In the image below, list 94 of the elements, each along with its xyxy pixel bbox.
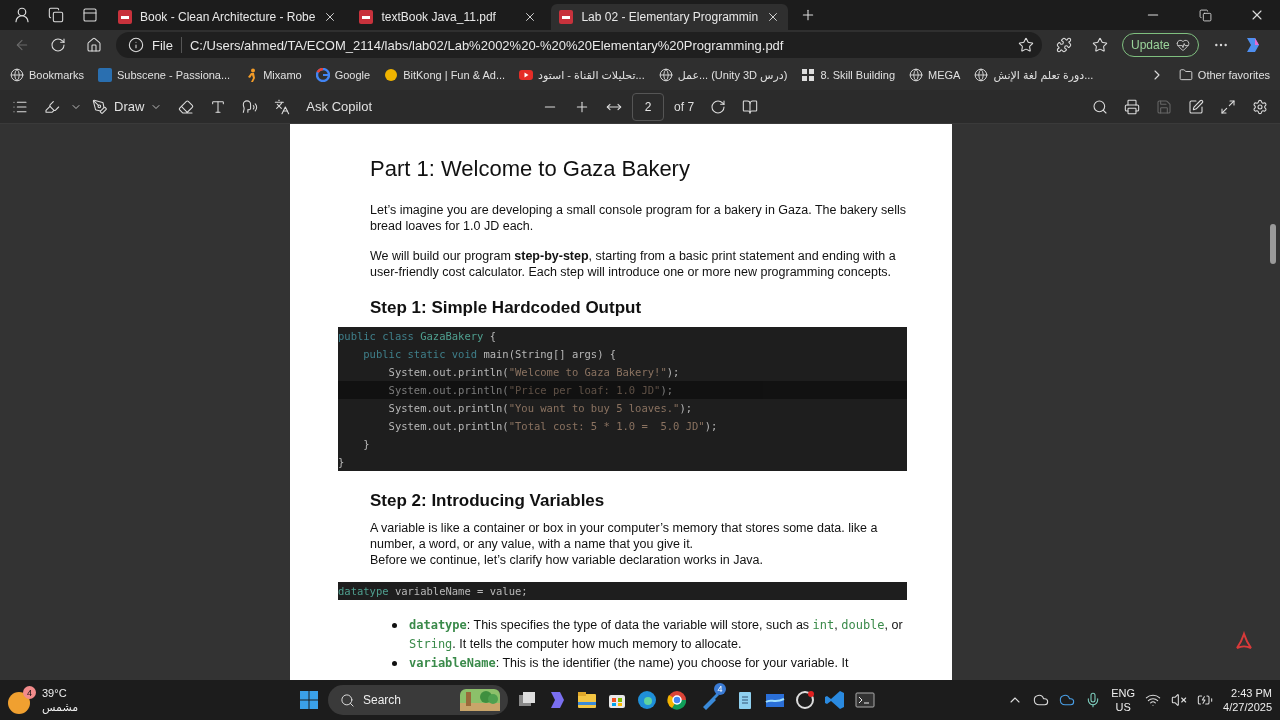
search-icon — [340, 692, 355, 708]
cloud-icon[interactable] — [1059, 692, 1076, 708]
start-icon[interactable] — [298, 689, 320, 711]
grid-icon — [801, 68, 816, 82]
pdf-icon — [559, 10, 574, 24]
translate-icon[interactable] — [274, 98, 291, 115]
bullet-text: datatype: This specifies the type of data the variable will store, such as int, double, or String. It tells the computer how much memory to allocate. — [409, 617, 904, 653]
bookmark-link[interactable]: 8. Skill Building — [801, 68, 895, 82]
terminal-icon[interactable] — [854, 689, 876, 711]
coin-icon — [384, 68, 399, 82]
bookmark-folder[interactable]: Other favorites — [1178, 68, 1270, 82]
acrobat-icon[interactable] — [1234, 631, 1254, 651]
bullet-dot — [392, 623, 397, 628]
bullet-dot — [392, 661, 397, 666]
address-url: C:/Users/ahmed/TA/ECOM_2114/labs/lab02/Lab%2002%20-%20%20Elementary%20Programming.pdf — [189, 37, 784, 53]
notification-badge: 4 — [714, 683, 726, 695]
notification-badge: 4 — [23, 686, 36, 699]
chrome-icon[interactable] — [666, 689, 688, 711]
favorites-icon[interactable] — [1092, 37, 1108, 53]
bullet-text: variableName: This is the identifier (the name) you choose for your variable. It — [409, 655, 849, 672]
workspaces-icon[interactable] — [48, 7, 64, 23]
bookmark-link[interactable]: Subscene - Passiona... — [98, 68, 231, 82]
tab-title: Book - Clean Architecture - Robe — [140, 10, 316, 24]
logo-icon — [98, 68, 113, 82]
section-heading: Step 2: Introducing Variables — [370, 491, 606, 511]
bookmark-link[interactable]: عمل... (Unity 3D درس) — [658, 68, 788, 82]
pen-icon — [92, 98, 108, 115]
highlighter-icon[interactable] — [44, 98, 60, 115]
browser-tab[interactable]: textBook Java_11.pdf — [351, 4, 546, 30]
cloud-icon[interactable] — [1033, 692, 1050, 708]
browser-tab[interactable]: Book - Clean Architecture - Robe — [110, 4, 346, 30]
bookmark-link[interactable]: Google — [315, 68, 371, 82]
star-icon[interactable] — [1018, 37, 1034, 53]
folder-icon[interactable] — [576, 689, 598, 711]
bookmark-link[interactable]: دورة تعلم لغة الإنش... — [974, 68, 1094, 82]
tab-title: Lab 02 - Elementary Programmin — [581, 10, 759, 24]
print-icon[interactable] — [1124, 98, 1140, 115]
save-as-icon[interactable] — [1188, 98, 1204, 115]
input-language[interactable]: ENG US — [1111, 686, 1136, 714]
recorder-icon[interactable] — [794, 689, 816, 711]
eraser-icon[interactable] — [178, 98, 195, 115]
document-title: Part 1: Welcome to Gaza Bakery — [370, 156, 691, 182]
info-icon — [128, 37, 144, 53]
profile-icon[interactable] — [13, 6, 31, 24]
restore-icon[interactable] — [1198, 8, 1212, 22]
pdf-icon — [118, 10, 132, 24]
rotate-icon[interactable] — [710, 98, 727, 115]
pdf-icon — [359, 10, 374, 24]
browser-icon[interactable] — [636, 689, 658, 711]
draw-button[interactable]: Draw — [86, 92, 169, 121]
page-view-icon[interactable] — [742, 98, 759, 115]
fullscreen-icon[interactable] — [1220, 98, 1236, 115]
reload-icon[interactable] — [50, 37, 66, 53]
ask-copilot-button[interactable]: Ask Copilot — [300, 92, 379, 121]
battery-icon[interactable] — [1197, 692, 1214, 708]
globe-icon — [974, 68, 989, 82]
weather-condition: مشمس — [42, 700, 79, 714]
address-bar[interactable]: File C:/Users/ahmed/TA/ECOM_2114/labs/lab02/Lab%2002%20-%20%20Elementary%20Programming.pdf — [116, 32, 1042, 58]
search-icon[interactable] — [1092, 98, 1108, 115]
settings-icon[interactable] — [1252, 98, 1268, 115]
text-box-icon[interactable] — [210, 98, 227, 115]
globe-icon — [658, 68, 673, 82]
tab-title: textBook Java_11.pdf — [381, 10, 497, 24]
bookmark-link[interactable]: Mixamo — [244, 68, 302, 82]
paragraph: A variable is like a container or box in your computer’s memory that stores some data. like a number, a word, or any value, with a name that you give it. Before we continue, let’s clarify how variable declaration works in Java. — [370, 520, 879, 568]
browser-tab[interactable]: Lab 02 - Elementary Programmin — [551, 4, 789, 30]
tab-actions-icon[interactable] — [82, 7, 98, 23]
page-number-field[interactable]: 2 — [632, 92, 665, 121]
clock[interactable]: 2:43 PM 4/27/2025 — [1223, 686, 1272, 714]
globe-icon — [909, 68, 923, 82]
weather-icon[interactable] — [8, 692, 30, 714]
scrollbar-thumb[interactable] — [1270, 224, 1276, 264]
home-icon[interactable] — [86, 37, 102, 53]
taskbar-search[interactable]: Search — [328, 685, 508, 715]
bookmark-link[interactable]: تحليلات القناة - استود... — [519, 68, 645, 82]
code-editor-icon[interactable] — [824, 689, 846, 711]
paragraph: We will build our program step-by-step, starting from a basic print statement and ending with a user-friendly cost calculator. Each step will introduce one or more new programming concepts. — [370, 248, 897, 280]
read-aloud-icon[interactable] — [242, 98, 259, 115]
bookmark-link[interactable]: MEGA — [909, 68, 961, 82]
folder-icon — [1178, 68, 1193, 82]
section-heading: Step 1: Simple Hardcoded Output — [370, 298, 643, 318]
volume-muted-icon[interactable] — [1171, 692, 1188, 708]
temperature: 39°C — [42, 686, 67, 700]
bookmark-link[interactable]: BitKong | Fun & Ad... — [384, 68, 506, 82]
heart-pulse-icon — [1175, 38, 1190, 52]
globe-icon — [10, 68, 24, 82]
extensions-icon[interactable] — [1056, 37, 1072, 53]
paragraph: Let’s imagine you are developing a small console program for a bakery in Gaza. The bakery sells bread loaves for 1.0 JD each. — [370, 202, 907, 234]
wifi-icon[interactable] — [1145, 692, 1162, 708]
address-scheme: File — [152, 37, 173, 53]
google-icon — [315, 68, 330, 82]
page-count: of 7 — [673, 99, 696, 114]
bookmark-link[interactable]: Bookmarks — [10, 68, 85, 82]
video-play-icon — [519, 68, 534, 82]
